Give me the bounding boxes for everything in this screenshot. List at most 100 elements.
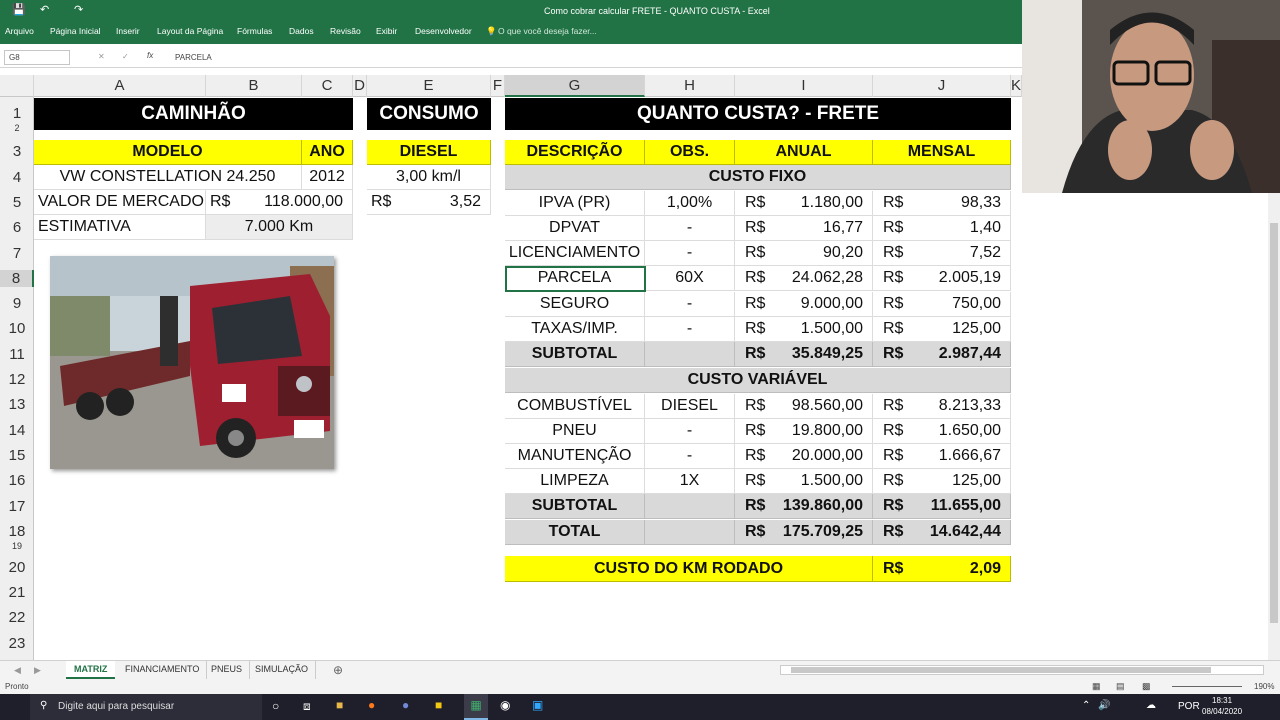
row-mensal[interactable]: 1,40 bbox=[913, 215, 1011, 241]
row-header[interactable]: 1 bbox=[0, 105, 34, 122]
consumo-header[interactable]: CONSUMO bbox=[367, 98, 491, 130]
total-cur2[interactable]: R$ bbox=[873, 520, 913, 545]
horizontal-scrollbar[interactable] bbox=[780, 665, 1264, 675]
diesel-label[interactable]: DIESEL bbox=[367, 140, 491, 165]
row-header[interactable]: 6 bbox=[0, 219, 34, 236]
row-anual[interactable]: 24.062,28 bbox=[775, 266, 873, 292]
col-mensal[interactable]: MENSAL bbox=[873, 140, 1011, 165]
km-rodado-cur[interactable]: R$ bbox=[873, 556, 913, 582]
total-mensal[interactable]: 14.642,44 bbox=[913, 520, 1011, 545]
row-anual[interactable]: 9.000,00 bbox=[775, 291, 873, 317]
modelo-label[interactable]: MODELO bbox=[34, 140, 302, 165]
estimativa-label[interactable]: ESTIMATIVA bbox=[34, 215, 206, 240]
tab-layout[interactable]: Layout da Página bbox=[157, 26, 223, 36]
select-all-corner[interactable] bbox=[0, 75, 34, 97]
row-currency[interactable]: R$ bbox=[873, 444, 913, 470]
col-header[interactable]: F bbox=[491, 75, 505, 97]
ano-label[interactable]: ANO bbox=[302, 140, 353, 165]
row-currency[interactable]: R$ bbox=[735, 419, 775, 444]
row-description[interactable]: LIMPEZA bbox=[505, 469, 645, 495]
total-obs[interactable] bbox=[645, 520, 735, 545]
subtotal-fixed-label[interactable]: SUBTOTAL bbox=[505, 342, 645, 367]
row-header[interactable]: 15 bbox=[0, 447, 34, 464]
subtotal-fixed-anual[interactable]: 35.849,25 bbox=[775, 342, 873, 367]
undo-icon[interactable]: ↶ bbox=[40, 3, 49, 16]
subtotal-var-mensal[interactable]: 11.655,00 bbox=[913, 494, 1011, 519]
row-currency[interactable]: R$ bbox=[735, 191, 775, 216]
tab-desenvolvedor[interactable]: Desenvolvedor bbox=[415, 26, 472, 36]
col-descricao[interactable]: DESCRIÇÃO bbox=[505, 140, 645, 165]
diesel-price[interactable]: 3,52 bbox=[407, 190, 491, 215]
section-custo-variavel[interactable]: CUSTO VARIÁVEL bbox=[505, 368, 1011, 393]
row-obs[interactable]: 60X bbox=[645, 266, 735, 292]
row-currency[interactable]: R$ bbox=[873, 394, 913, 419]
diesel-currency[interactable]: R$ bbox=[367, 190, 407, 215]
subtotal-var-cur1[interactable]: R$ bbox=[735, 494, 775, 519]
name-box[interactable]: G8 bbox=[4, 50, 70, 65]
estimativa-value[interactable]: 7.000 Km bbox=[206, 215, 353, 240]
col-header[interactable]: B bbox=[206, 75, 302, 97]
row-obs[interactable]: 1,00% bbox=[645, 190, 735, 216]
subtotal-var-obs[interactable] bbox=[645, 494, 735, 519]
total-anual[interactable]: 175.709,25 bbox=[775, 520, 873, 545]
section-custo-fixo[interactable]: CUSTO FIXO bbox=[505, 165, 1011, 190]
clock-time[interactable]: 18:31 bbox=[1212, 696, 1232, 705]
row-header[interactable]: 4 bbox=[0, 169, 34, 186]
col-header[interactable]: I bbox=[735, 75, 873, 97]
row-description[interactable]: PNEU bbox=[505, 418, 645, 444]
function-icon[interactable]: fx bbox=[147, 51, 153, 60]
zoom-level[interactable]: 190% bbox=[1254, 682, 1274, 691]
row-obs[interactable]: - bbox=[645, 317, 735, 342]
valor-mercado-label[interactable]: VALOR DE MERCADO bbox=[34, 190, 206, 215]
row-header[interactable]: 21 bbox=[0, 584, 34, 601]
row-header[interactable]: 9 bbox=[0, 295, 34, 312]
row-mensal[interactable]: 2.005,19 bbox=[913, 266, 1011, 292]
subtotal-var-label[interactable]: SUBTOTAL bbox=[505, 494, 645, 519]
zoom-slider[interactable] bbox=[1172, 686, 1242, 687]
row-anual[interactable]: 90,20 bbox=[775, 241, 873, 267]
next-sheet-icon[interactable]: ▶ bbox=[34, 665, 41, 676]
tab-formulas[interactable]: Fórmulas bbox=[237, 26, 272, 36]
row-mensal[interactable]: 98,33 bbox=[913, 190, 1011, 216]
frete-header[interactable]: QUANTO CUSTA? - FRETE bbox=[505, 98, 1011, 130]
row-mensal[interactable]: 7,52 bbox=[913, 241, 1011, 267]
sheet-tab-simulacao[interactable]: SIMULAÇÃO bbox=[248, 661, 317, 679]
tab-pagina-inicial[interactable]: Página Inicial bbox=[50, 26, 101, 36]
row-currency[interactable]: R$ bbox=[873, 191, 913, 216]
subtotal-var-cur2[interactable]: R$ bbox=[873, 494, 913, 519]
firefox-icon[interactable]: ● bbox=[368, 698, 375, 712]
row-header[interactable]: 23 bbox=[0, 635, 34, 652]
row-currency[interactable]: R$ bbox=[873, 241, 913, 267]
row-header[interactable]: 8 bbox=[0, 270, 34, 287]
row-mensal[interactable]: 125,00 bbox=[913, 317, 1011, 342]
language-indicator[interactable]: POR bbox=[1178, 701, 1200, 712]
prev-sheet-icon[interactable]: ◀ bbox=[14, 665, 21, 676]
col-anual[interactable]: ANUAL bbox=[735, 140, 873, 165]
cancel-icon[interactable]: ✕ bbox=[98, 52, 105, 61]
col-header[interactable]: D bbox=[353, 75, 367, 97]
save-icon[interactable]: 💾 bbox=[12, 3, 26, 16]
row-mensal[interactable]: 750,00 bbox=[913, 291, 1011, 317]
row-description[interactable]: LICENCIAMENTO bbox=[505, 241, 645, 267]
row-anual[interactable]: 1.180,00 bbox=[775, 190, 873, 216]
row-header[interactable]: 17 bbox=[0, 498, 34, 515]
row-anual[interactable]: 1.500,00 bbox=[775, 317, 873, 342]
row-mensal[interactable]: 125,00 bbox=[913, 469, 1011, 495]
row-mensal[interactable]: 1.650,00 bbox=[913, 418, 1011, 444]
photoshop-icon[interactable]: ▣ bbox=[532, 698, 543, 712]
row-description[interactable]: IPVA (PR) bbox=[505, 190, 645, 216]
scrollbar-thumb[interactable] bbox=[1270, 223, 1278, 623]
truck-image[interactable] bbox=[50, 256, 334, 469]
row-currency[interactable]: R$ bbox=[735, 317, 775, 342]
row-header[interactable]: 10 bbox=[0, 320, 34, 337]
tray-volume-icon[interactable]: 🔊 bbox=[1098, 700, 1110, 711]
valor-currency[interactable]: R$ bbox=[206, 190, 246, 215]
row-header[interactable]: 16 bbox=[0, 472, 34, 489]
row-obs[interactable]: 1X bbox=[645, 469, 735, 495]
clock-date[interactable]: 08/04/2020 bbox=[1202, 707, 1242, 716]
add-sheet-icon[interactable]: ⊕ bbox=[333, 663, 343, 677]
tray-cloud-icon[interactable]: ☁ bbox=[1146, 700, 1156, 711]
row-header[interactable]: 3 bbox=[0, 143, 34, 160]
row-header[interactable]: 13 bbox=[0, 396, 34, 413]
row-header[interactable]: 5 bbox=[0, 194, 34, 211]
